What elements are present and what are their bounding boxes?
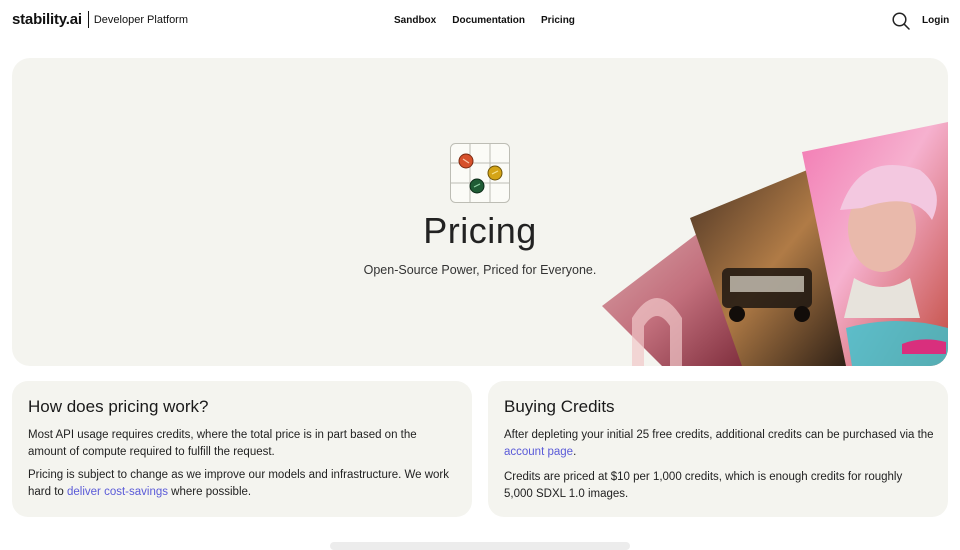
nav-documentation[interactable]: Documentation (452, 15, 525, 26)
card-paragraph: Pricing is subject to change as we impro… (28, 467, 458, 500)
logo-wordmark: stability.ai (12, 11, 82, 28)
logo[interactable]: stability.ai Developer Platform (12, 11, 188, 28)
card-paragraph: Credits are priced at $10 per 1,000 cred… (504, 471, 903, 500)
card-paragraph: After depleting your initial 25 free cre… (504, 427, 934, 460)
logo-divider (87, 11, 89, 28)
text-segment: After depleting your initial 25 free cre… (504, 429, 934, 441)
buying-credits-card: Buying Credits After depleting your init… (488, 381, 948, 517)
how-pricing-works-card: How does pricing work? Most API usage re… (12, 381, 472, 517)
nav-sandbox[interactable]: Sandbox (394, 15, 436, 26)
card-title: How does pricing work? (28, 397, 209, 416)
search-icon[interactable] (892, 12, 910, 30)
next-section-peek (330, 542, 630, 550)
logo-subtitle: Developer Platform (93, 13, 189, 26)
top-nav-bar: stability.ai Developer Platform Sandbox … (0, 0, 960, 42)
main-nav: Sandbox Documentation Pricing (394, 15, 575, 26)
card-paragraph: Most API usage requires credits, where t… (28, 429, 417, 458)
pricing-hero: Pricing Open-Source Power, Priced for Ev… (12, 58, 948, 366)
nav-pricing[interactable]: Pricing (541, 15, 575, 26)
pricing-grid-icon (450, 143, 510, 203)
text-segment: where possible. (167, 485, 252, 498)
card-title: Buying Credits (504, 397, 615, 416)
login-link[interactable]: Login (922, 15, 949, 26)
account-page-link[interactable]: account page (504, 446, 573, 458)
hero-artwork-collage (602, 122, 948, 366)
text-segment: . (573, 445, 577, 458)
deliver-cost-savings-link[interactable]: deliver cost-savings (67, 486, 168, 498)
